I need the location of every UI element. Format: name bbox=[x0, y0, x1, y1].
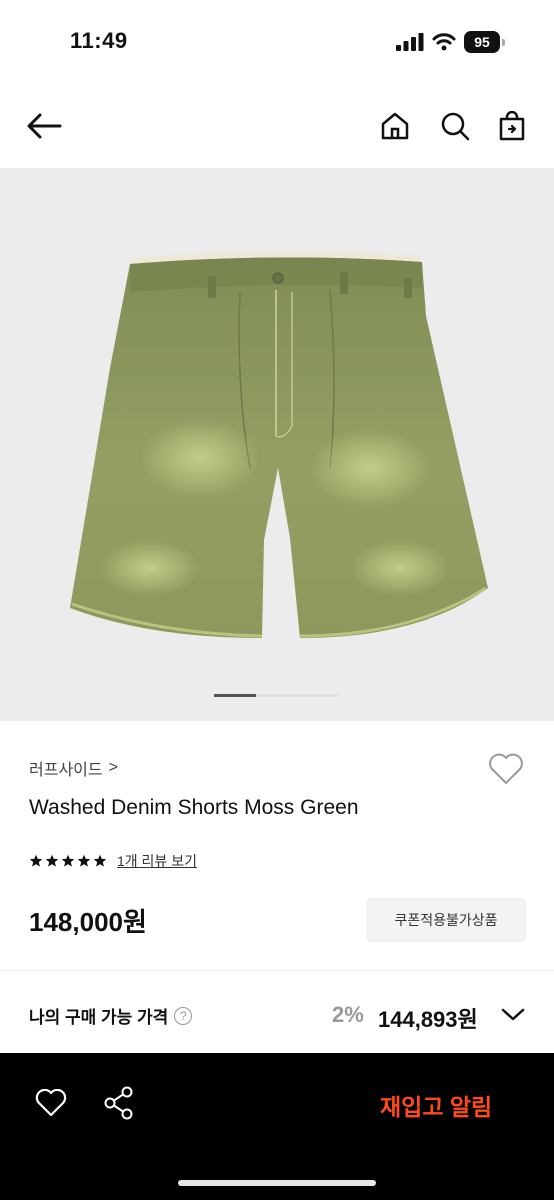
section-divider bbox=[0, 970, 554, 971]
battery-indicator: 95 bbox=[464, 31, 505, 53]
product-price: 148,000원 bbox=[29, 907, 147, 937]
bottom-action-bar bbox=[0, 1053, 554, 1200]
status-time: 11:49 bbox=[70, 28, 128, 53]
final-price: 144,893원 bbox=[378, 1007, 478, 1032]
back-button[interactable] bbox=[24, 106, 64, 146]
shopping-bag-icon bbox=[499, 111, 525, 141]
star-rating bbox=[29, 854, 107, 868]
home-button[interactable] bbox=[376, 106, 414, 146]
product-title: Washed Denim Shorts Moss Green bbox=[29, 796, 359, 819]
home-indicator bbox=[178, 1180, 376, 1186]
wifi-icon bbox=[432, 33, 456, 51]
chevron-down-icon bbox=[501, 1008, 525, 1021]
top-nav-bar bbox=[0, 84, 554, 168]
star-icon bbox=[93, 854, 107, 867]
star-icon bbox=[45, 854, 59, 867]
coupon-badge: 쿠폰적용불가상품 bbox=[366, 898, 526, 942]
review-link[interactable]: 1개 리뷰 보기 bbox=[117, 851, 197, 871]
help-icon[interactable]: ? bbox=[174, 1006, 193, 1025]
heart-icon bbox=[489, 753, 523, 784]
cart-button[interactable] bbox=[492, 106, 532, 146]
home-icon bbox=[381, 112, 409, 140]
like-button[interactable] bbox=[30, 1082, 72, 1124]
product-image-carousel[interactable] bbox=[0, 168, 554, 721]
carousel-page-indicator bbox=[214, 694, 338, 697]
expand-price-button[interactable] bbox=[500, 1004, 526, 1029]
signal-icon bbox=[396, 33, 424, 51]
brand-name: 러프사이드 bbox=[29, 762, 103, 779]
restock-alert-button[interactable]: 재입고 알림 bbox=[380, 1088, 492, 1122]
share-icon bbox=[104, 1086, 133, 1120]
star-icon bbox=[29, 854, 43, 867]
rating-row: 1개 리뷰 보기 bbox=[29, 851, 197, 871]
shorts-image bbox=[70, 251, 488, 638]
my-price-label-group: 나의 구매 가능 가격 ? bbox=[29, 1003, 193, 1028]
discount-rate: 2% bbox=[332, 1002, 364, 1027]
status-icons: 95 bbox=[396, 30, 505, 54]
star-icon bbox=[61, 854, 75, 867]
search-icon bbox=[441, 112, 470, 141]
my-price-label: 나의 구매 가능 가격 bbox=[29, 1008, 169, 1027]
arrow-left-icon bbox=[27, 113, 62, 139]
star-icon bbox=[77, 854, 91, 867]
carousel-active-segment bbox=[214, 694, 256, 697]
status-bar: 11:49 95 bbox=[0, 0, 554, 84]
chevron-right-icon: > bbox=[108, 759, 118, 776]
share-button[interactable] bbox=[98, 1082, 140, 1124]
battery-level: 95 bbox=[474, 34, 490, 50]
wishlist-button[interactable] bbox=[486, 750, 526, 788]
heart-icon bbox=[35, 1089, 67, 1117]
search-button[interactable] bbox=[436, 106, 474, 146]
brand-link[interactable]: 러프사이드 > bbox=[29, 756, 118, 780]
